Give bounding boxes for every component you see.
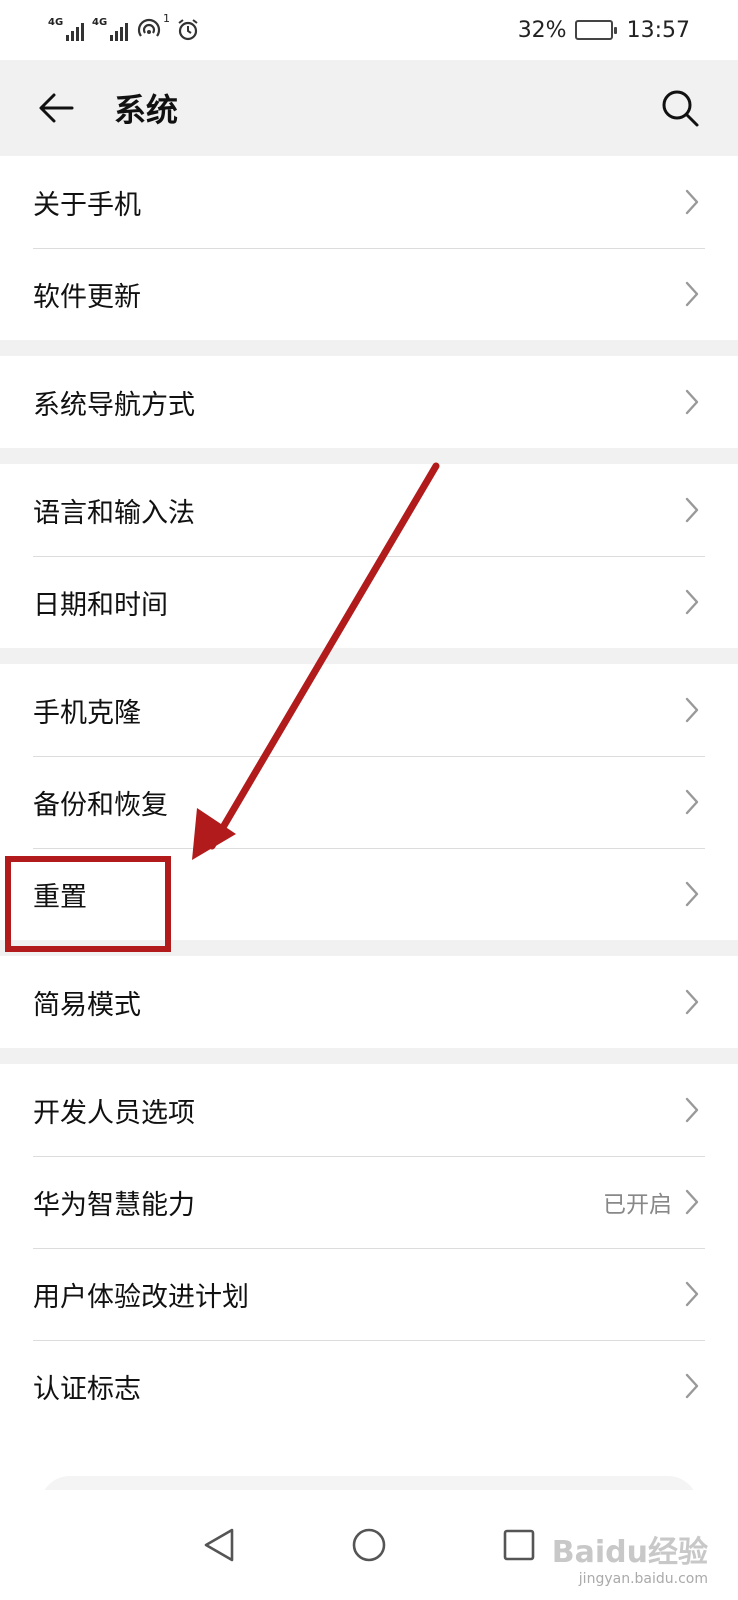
battery-percent: 32%	[517, 17, 567, 43]
app-header: 系统	[0, 60, 738, 156]
settings-item[interactable]: 用户体验改进计划	[0, 1248, 738, 1340]
network-type-1: 4G	[48, 17, 64, 28]
settings-item-label: 备份和恢复	[33, 789, 168, 821]
settings-item-label: 用户体验改进计划	[33, 1281, 249, 1313]
settings-item-label: 开发人员选项	[33, 1097, 195, 1129]
settings-group: 关于手机 软件更新	[0, 156, 738, 340]
page-title: 系统	[114, 91, 179, 129]
settings-item[interactable]: 关于手机	[0, 156, 738, 248]
settings-group: 简易模式	[0, 956, 738, 1048]
chevron-right-icon	[682, 1096, 702, 1124]
settings-item[interactable]: 备份和恢复	[0, 756, 738, 848]
settings-group: 手机克隆备份和恢复重置	[0, 664, 738, 940]
settings-item[interactable]: 简易模式	[0, 956, 738, 1048]
clock: 13:57	[626, 17, 690, 43]
circle-home-icon	[352, 1528, 386, 1562]
settings-item[interactable]: 语言和输入法	[0, 464, 738, 556]
watermark: Baidu经验 jingyan.baidu.com	[552, 1535, 708, 1588]
chevron-right-icon	[682, 1280, 702, 1308]
square-recents-icon	[503, 1529, 535, 1561]
nav-recents-button[interactable]	[494, 1520, 544, 1570]
battery-icon	[574, 20, 617, 40]
group-separator	[0, 340, 738, 356]
chevron-right-icon	[682, 388, 702, 416]
chevron-right-icon	[682, 1188, 702, 1216]
settings-item-label: 日期和时间	[33, 589, 168, 621]
group-separator	[0, 448, 738, 464]
chevron-right-icon	[682, 1372, 702, 1400]
settings-group: 语言和输入法 日期和时间	[0, 464, 738, 648]
settings-item[interactable]: 软件更新	[0, 248, 738, 340]
settings-item[interactable]: 重置	[0, 848, 738, 940]
status-left: 4G 4G 1	[48, 12, 200, 42]
chevron-right-icon	[682, 696, 702, 724]
settings-group: 开发人员选项 华为智慧能力 已开启用户体验改进计划 认证标志	[0, 1064, 738, 1432]
settings-item-label: 华为智慧能力	[33, 1189, 195, 1221]
search-icon	[662, 90, 699, 127]
settings-item-label: 关于手机	[33, 189, 141, 221]
nav-home-button[interactable]	[344, 1520, 394, 1570]
status-right: 32% 13:57	[518, 18, 690, 43]
signal-1-icon: 4G	[48, 17, 84, 41]
settings-item-label: 软件更新	[33, 281, 141, 313]
settings-group: 系统导航方式	[0, 356, 738, 448]
settings-item-value: 已开启	[603, 1192, 672, 1218]
settings-item-label: 重置	[33, 881, 87, 913]
settings-item-label: 语言和输入法	[33, 497, 195, 529]
settings-item-label: 简易模式	[33, 989, 141, 1021]
alarm-icon	[176, 18, 200, 42]
hotspot-icon: 1	[136, 12, 170, 42]
notification-count: 1	[163, 12, 170, 25]
triangle-back-icon	[204, 1528, 234, 1562]
settings-item-label: 认证标志	[33, 1373, 141, 1405]
back-arrow-icon	[39, 93, 74, 123]
chevron-right-icon	[682, 988, 702, 1016]
status-bar: 4G 4G 1 32% 13:57	[0, 0, 738, 60]
settings-item[interactable]: 开发人员选项	[0, 1064, 738, 1156]
settings-item[interactable]: 认证标志	[0, 1340, 738, 1432]
chevron-right-icon	[682, 588, 702, 616]
settings-item[interactable]: 日期和时间	[0, 556, 738, 648]
chevron-right-icon	[682, 188, 702, 216]
group-separator	[0, 940, 738, 956]
chevron-right-icon	[682, 280, 702, 308]
group-separator	[0, 648, 738, 664]
chevron-right-icon	[682, 788, 702, 816]
settings-list: 关于手机 软件更新 系统导航方式 语言和输入法 日期和时间 手机克隆 备份和恢复 重置 简易模式…	[0, 156, 738, 1432]
chevron-right-icon	[682, 880, 702, 908]
settings-item[interactable]: 系统导航方式	[0, 356, 738, 448]
back-button[interactable]	[26, 78, 86, 138]
signal-2-icon: 4G	[92, 17, 128, 41]
settings-item[interactable]: 华为智慧能力 已开启	[0, 1156, 738, 1248]
group-separator	[0, 1048, 738, 1064]
settings-item[interactable]: 手机克隆	[0, 664, 738, 756]
search-button[interactable]	[650, 78, 710, 138]
watermark-sub: jingyan.baidu.com	[578, 1571, 708, 1588]
watermark-main: Baidu经验	[551, 1535, 708, 1571]
network-type-2: 4G	[92, 17, 108, 28]
chevron-right-icon	[682, 496, 702, 524]
nav-back-button[interactable]	[194, 1520, 244, 1570]
settings-item-label: 系统导航方式	[33, 389, 195, 421]
settings-item-label: 手机克隆	[33, 697, 141, 729]
